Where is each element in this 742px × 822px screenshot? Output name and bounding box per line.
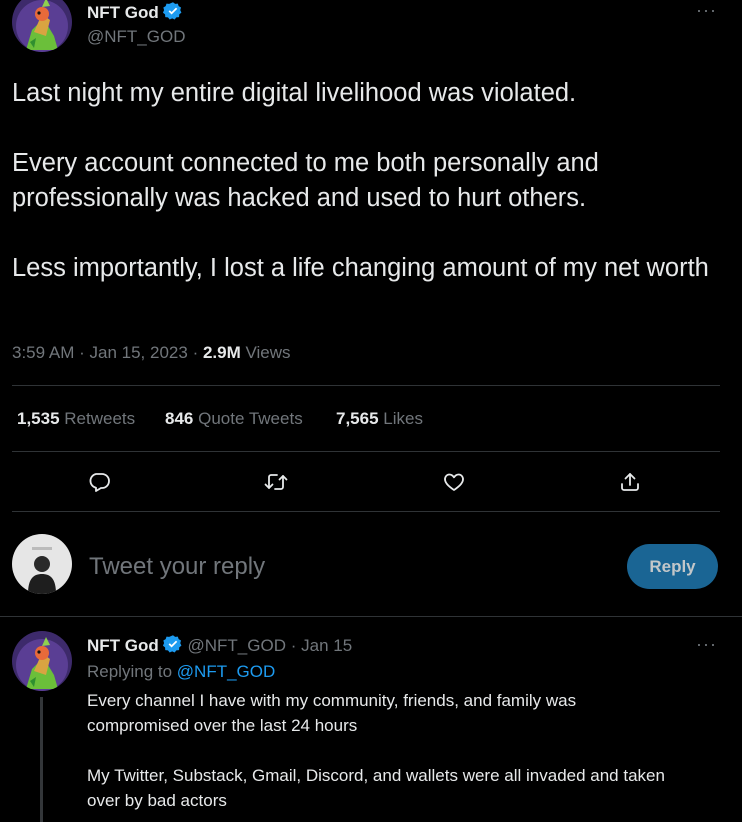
author-handle[interactable]: @NFT_GOD <box>87 27 185 47</box>
tweet-meta: 3:59 AM · Jan 15, 2023 · 2.9M Views <box>12 343 291 363</box>
nft-avatar-icon <box>12 631 72 691</box>
divider <box>12 451 720 452</box>
reply-date[interactable]: Jan 15 <box>301 636 352 655</box>
reply-input[interactable]: Tweet your reply <box>89 553 265 581</box>
reply-header: NFT God @NFT_GOD · Jan 15 <box>87 634 352 659</box>
meta-separator: · <box>290 636 297 655</box>
reply-icon <box>89 473 110 492</box>
reply-author-avatar[interactable] <box>12 631 72 691</box>
quotes-stat[interactable]: 846 Quote Tweets <box>165 409 303 429</box>
verified-badge-icon <box>162 634 183 659</box>
retweets-label: Retweets <box>64 409 136 428</box>
replying-to: Replying to @NFT_GOD <box>87 662 275 682</box>
meta-separator: · <box>192 343 199 362</box>
author-name-row: NFT God <box>87 1 183 26</box>
likes-count: 7,565 <box>336 409 379 428</box>
author-avatar[interactable] <box>12 0 72 52</box>
reply-author-name[interactable]: NFT God <box>87 636 159 655</box>
like-action[interactable] <box>436 464 472 500</box>
reply-paragraph: My Twitter, Substack, Gmail, Discord, an… <box>87 766 665 810</box>
replying-to-handle[interactable]: @NFT_GOD <box>177 662 275 681</box>
like-icon <box>444 473 464 491</box>
author-name[interactable]: NFT God <box>87 3 159 22</box>
reply-button[interactable]: Reply <box>627 544 718 589</box>
meta-separator: · <box>79 343 85 362</box>
quotes-count: 846 <box>165 409 194 428</box>
views-count: 2.9M <box>202 343 241 362</box>
reply-body: Every channel I have with my community, … <box>87 688 667 813</box>
tweet-paragraph: Last night my entire digital livelihood … <box>12 79 577 107</box>
replying-to-label: Replying to <box>87 662 173 681</box>
quotes-label: Quote Tweets <box>198 409 303 428</box>
thread-line <box>40 697 43 822</box>
tweet-body: Last night my entire digital livelihood … <box>12 76 712 286</box>
user-avatar-icon <box>12 534 72 594</box>
divider <box>12 511 720 512</box>
share-icon <box>621 473 639 491</box>
views-label: Views <box>245 343 291 362</box>
retweet-action[interactable] <box>258 464 294 500</box>
user-avatar[interactable] <box>12 534 72 594</box>
tweet-paragraph: Every account connected to me both perso… <box>12 149 599 212</box>
verified-badge-icon <box>162 1 183 26</box>
likes-stat[interactable]: 7,565 Likes <box>336 409 423 429</box>
reply-author-handle[interactable]: @NFT_GOD <box>188 636 286 655</box>
divider <box>0 616 742 617</box>
retweets-count: 1,535 <box>17 409 60 428</box>
retweets-stat[interactable]: 1,535 Retweets <box>17 409 135 429</box>
tweet-date[interactable]: Jan 15, 2023 <box>90 343 188 362</box>
divider <box>12 385 720 386</box>
reply-action[interactable] <box>81 464 117 500</box>
tweet-time[interactable]: 3:59 AM <box>12 343 74 362</box>
share-action[interactable] <box>612 464 648 500</box>
tweet-paragraph: Less importantly, I lost a life changing… <box>12 254 709 282</box>
more-dots-icon[interactable]: ··· <box>696 0 717 21</box>
retweet-icon <box>264 474 288 490</box>
nft-avatar-icon <box>12 0 72 52</box>
reply-paragraph: Every channel I have with my community, … <box>87 691 577 735</box>
more-dots-icon[interactable]: ··· <box>696 634 717 655</box>
likes-label: Likes <box>383 409 423 428</box>
